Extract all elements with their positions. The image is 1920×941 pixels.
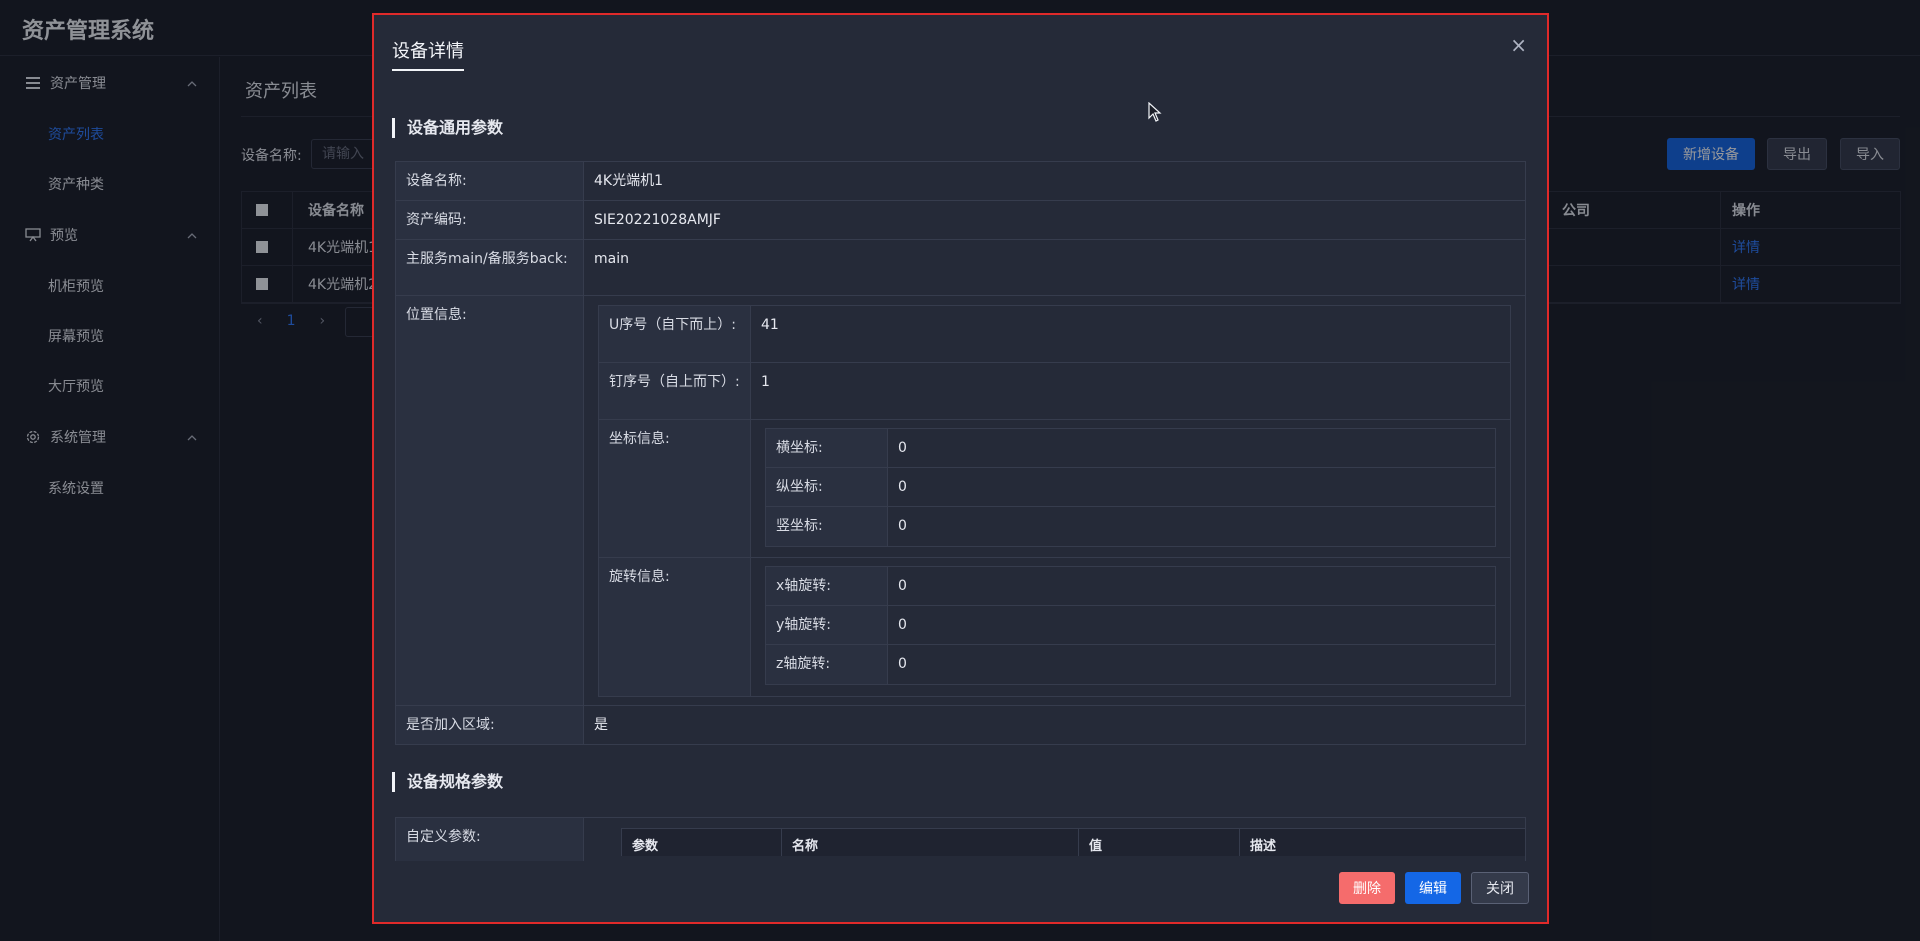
param-value: 0 xyxy=(898,617,907,633)
param-row: 设备名称: 4K光端机1 xyxy=(396,162,1525,201)
modal-footer: 删除 编辑 关闭 xyxy=(1339,872,1529,904)
param-label: 是否加入区域: xyxy=(396,706,584,744)
param-row: 钉序号（自上而下）: 1 xyxy=(599,363,1510,420)
edit-button[interactable]: 编辑 xyxy=(1405,872,1461,904)
general-params-table: 设备名称: 4K光端机1 资产编码: SIE20221028AMJF 主服务ma… xyxy=(395,161,1526,745)
coordinates-table: 横坐标: 0 纵坐标: 0 竖坐标: 0 xyxy=(765,428,1496,547)
param-value: 0 xyxy=(898,518,907,534)
param-label: 设备名称: xyxy=(396,162,584,200)
param-label: 钉序号（自上而下）: xyxy=(599,363,751,419)
param-label: 坐标信息: xyxy=(599,420,751,557)
close-button[interactable]: 关闭 xyxy=(1471,872,1529,904)
delete-button[interactable]: 删除 xyxy=(1339,872,1395,904)
close-icon[interactable]: × xyxy=(1510,35,1527,55)
param-row: y轴旋转: 0 xyxy=(766,606,1495,645)
param-row: 是否加入区域: 是 xyxy=(396,706,1525,744)
param-label: 资产编码: xyxy=(396,201,584,239)
param-label: 位置信息: xyxy=(396,296,584,705)
column-header-value: 值 xyxy=(1079,829,1240,856)
param-row: 主服务main/备服务back: main xyxy=(396,240,1525,296)
column-header-param: 参数 xyxy=(622,829,782,856)
modal-title: 设备详情 xyxy=(392,37,464,71)
spec-params-table: 自定义参数: 参数 名称 值 描述 xyxy=(395,817,1526,861)
param-row: 竖坐标: 0 xyxy=(766,507,1495,546)
section-title-general: 设备通用参数 xyxy=(392,118,503,138)
param-label: y轴旋转: xyxy=(766,606,888,644)
param-value: SIE20221028AMJF xyxy=(594,212,721,228)
device-detail-modal: 设备详情 × 设备通用参数 设备名称: 4K光端机1 资产编码: SIE2022… xyxy=(372,13,1549,924)
param-label: 竖坐标: xyxy=(766,507,888,546)
param-label: 旋转信息: xyxy=(599,558,751,696)
param-row-rotation: 旋转信息: x轴旋转: 0 y轴旋转: 0 z轴旋转: 0 xyxy=(599,558,1510,696)
param-row: 纵坐标: 0 xyxy=(766,468,1495,507)
rotation-table: x轴旋转: 0 y轴旋转: 0 z轴旋转: 0 xyxy=(765,566,1496,685)
param-label: x轴旋转: xyxy=(766,567,888,605)
mouse-cursor-icon xyxy=(1148,101,1162,126)
param-value: 0 xyxy=(898,479,907,495)
param-value: 41 xyxy=(761,317,779,333)
column-header-desc: 描述 xyxy=(1250,839,1277,854)
param-label: 自定义参数: xyxy=(396,818,584,861)
param-value: main xyxy=(594,251,629,267)
param-value: 是 xyxy=(594,717,608,733)
param-label: 主服务main/备服务back: xyxy=(396,240,584,295)
param-row: 横坐标: 0 xyxy=(766,429,1495,468)
param-label: 纵坐标: xyxy=(766,468,888,506)
param-label: 横坐标: xyxy=(766,429,888,467)
param-value: 0 xyxy=(898,440,907,456)
param-value: 1 xyxy=(761,374,770,390)
param-row: U序号（自下而上）: 41 xyxy=(599,306,1510,363)
position-table: U序号（自下而上）: 41 钉序号（自上而下）: 1 坐标信息: 横坐标: 0 … xyxy=(598,305,1511,697)
param-value: 0 xyxy=(898,578,907,594)
param-label: z轴旋转: xyxy=(766,645,888,684)
param-value: 4K光端机1 xyxy=(594,173,663,189)
section-title-spec: 设备规格参数 xyxy=(392,772,503,792)
param-row: z轴旋转: 0 xyxy=(766,645,1495,684)
column-header-name: 名称 xyxy=(782,829,1079,856)
param-value: 0 xyxy=(898,656,907,672)
param-row: x轴旋转: 0 xyxy=(766,567,1495,606)
param-row-coordinates: 坐标信息: 横坐标: 0 纵坐标: 0 竖坐标: 0 xyxy=(599,420,1510,558)
param-label: U序号（自下而上）: xyxy=(599,306,751,362)
custom-params-table-header: 参数 名称 值 描述 xyxy=(621,828,1525,856)
param-row-position: 位置信息: U序号（自下而上）: 41 钉序号（自上而下）: 1 坐标信息: 横… xyxy=(396,296,1525,706)
param-row: 资产编码: SIE20221028AMJF xyxy=(396,201,1525,240)
